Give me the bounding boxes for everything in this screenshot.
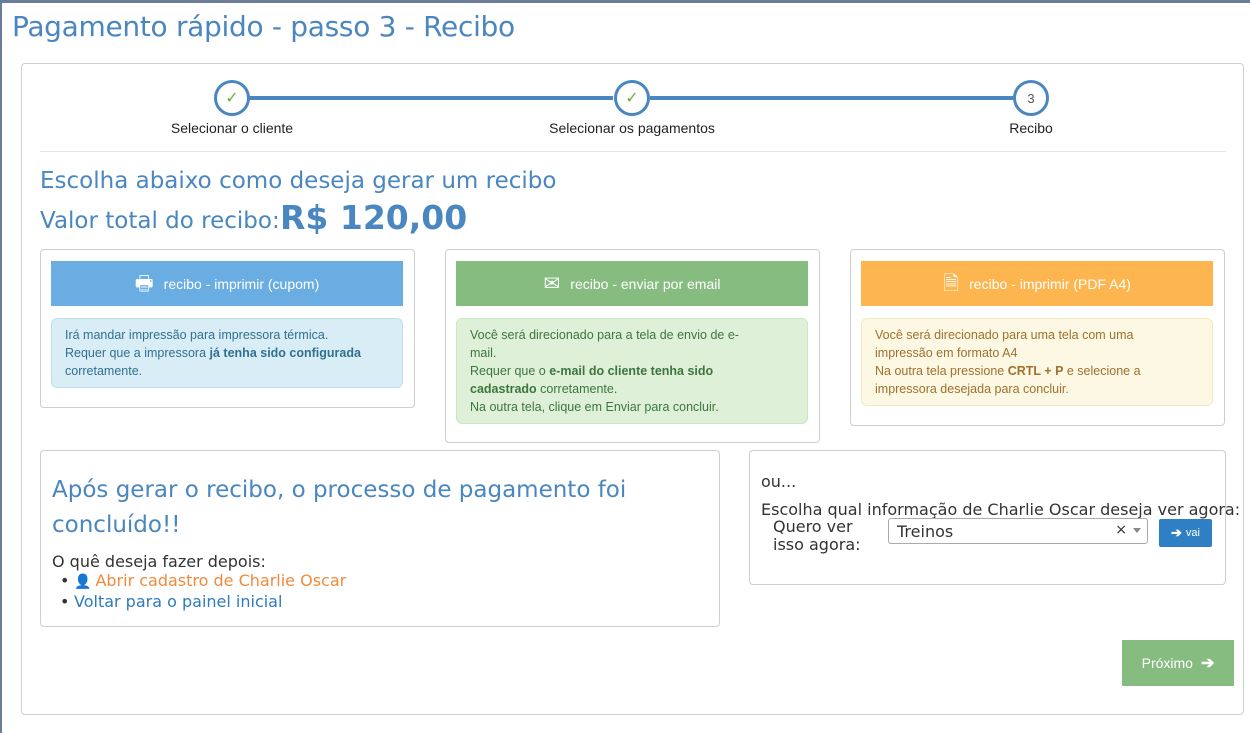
page-title: Pagamento rápido - passo 3 - Recibo [12, 10, 515, 43]
list-item: 👤Abrir cadastro de Charlie Oscar [60, 571, 346, 592]
quick-view-card: ou... Escolha qual informação de Charlie… [749, 450, 1240, 585]
print-coupon-info: Irá mandar impressão para impressora tér… [51, 318, 403, 388]
send-email-info: Você será direcionado para a tela de env… [456, 318, 808, 424]
print-pdf-label: recibo - imprimir (PDF A4) [969, 275, 1131, 292]
send-email-card: ✉ recibo - enviar por email Você será di… [445, 249, 820, 443]
info-text: impressão em formato A4 [875, 346, 1018, 360]
print-pdf-card: 🗎 recibo - imprimir (PDF A4) Você será d… [850, 249, 1225, 426]
step-number: 3 [1027, 90, 1035, 106]
wizard-panel: ✓ ✓ 3 Selecionar o cliente Selecionar os… [21, 63, 1244, 715]
print-pdf-info: Você será direcionado para uma tela com … [861, 318, 1213, 406]
or-text: ou... [761, 472, 797, 491]
step-1-label: Selecionar o cliente [170, 120, 294, 136]
print-coupon-card: 🖶 recibo - imprimir (cupom) Irá mandar i… [40, 249, 415, 408]
quick-view-label: Quero ver isso agora: [773, 517, 861, 554]
step-2-indicator: ✓ [614, 80, 650, 116]
chevron-down-icon[interactable] [1133, 528, 1141, 533]
info-text: cadastrado corretamente. [470, 382, 618, 396]
total-label: Valor total do recibo: [40, 208, 280, 234]
total-value: R$ 120,00 [280, 198, 468, 237]
step-1-indicator: ✓ [214, 80, 250, 116]
open-client-link[interactable]: 👤 Abrir cadastro de Charlie Oscar [74, 571, 346, 590]
info-text: Requer que a impressora já tenha sido co… [65, 346, 361, 360]
step-2-label: Selecionar os pagamentos [549, 120, 715, 136]
left-border [0, 3, 2, 733]
user-icon: 👤 [74, 574, 92, 590]
list-item: Voltar para o painel inicial [60, 592, 346, 611]
back-to-dashboard-link[interactable]: Voltar para o painel inicial [74, 592, 282, 611]
envelope-icon: ✉ [543, 272, 561, 295]
arrow-right-icon: ➔ [1200, 655, 1215, 672]
print-coupon-button[interactable]: 🖶 recibo - imprimir (cupom) [51, 261, 403, 306]
info-text: Na outra tela, clique em Enviar para con… [470, 400, 719, 414]
info-text: Você será direcionado para a tela de env… [470, 328, 739, 342]
top-border [0, 0, 1250, 3]
check-icon: ✓ [625, 88, 639, 107]
printer-icon: 🖶 [134, 272, 154, 295]
step-connector [650, 96, 1013, 100]
receipt-heading: Escolha abaixo como deseja gerar um reci… [40, 168, 557, 194]
send-email-label: recibo - enviar por email [570, 275, 721, 292]
info-text: impressora desejada para concluir. [875, 382, 1069, 396]
next-actions-list: 👤Abrir cadastro de Charlie Oscar Voltar … [60, 571, 346, 611]
info-text: Requer que o e-mail do cliente tenha sid… [470, 364, 714, 378]
go-label: vai [1185, 527, 1200, 539]
info-text: Na outra tela pressione CRTL + P e selec… [875, 364, 1141, 378]
clear-icon[interactable]: × [1115, 522, 1127, 538]
file-icon: 🗎 [943, 272, 960, 295]
info-text: corretamente. [65, 364, 143, 378]
print-pdf-button[interactable]: 🗎 recibo - imprimir (PDF A4) [861, 261, 1213, 306]
print-coupon-label: recibo - imprimir (cupom) [163, 275, 320, 292]
selected-value: Treinos [897, 521, 954, 541]
next-actions-question: O quê deseja fazer depois: [52, 552, 266, 571]
send-email-button[interactable]: ✉ recibo - enviar por email [456, 261, 808, 306]
arrow-right-icon: ➔ [1171, 525, 1182, 540]
completion-title: Após gerar o recibo, o processo de pagam… [52, 477, 627, 538]
next-button[interactable]: Próximo ➔ [1122, 640, 1234, 686]
info-text: Irá mandar impressão para impressora tér… [65, 328, 329, 342]
info-text: mail. [470, 346, 497, 360]
step-3-indicator: 3 [1013, 80, 1049, 116]
info-text: Você será direcionado para uma tela com … [875, 328, 1134, 342]
next-label: Próximo [1141, 655, 1193, 671]
quick-view-select[interactable]: Treinos × [888, 518, 1148, 544]
divider [40, 151, 1226, 152]
completion-card: Após gerar o recibo, o processo de pagam… [40, 450, 720, 627]
check-icon: ✓ [225, 88, 239, 107]
go-button[interactable]: ➔ vai [1159, 519, 1212, 547]
step-3-label: Recibo [1009, 120, 1053, 136]
step-connector [233, 96, 613, 100]
